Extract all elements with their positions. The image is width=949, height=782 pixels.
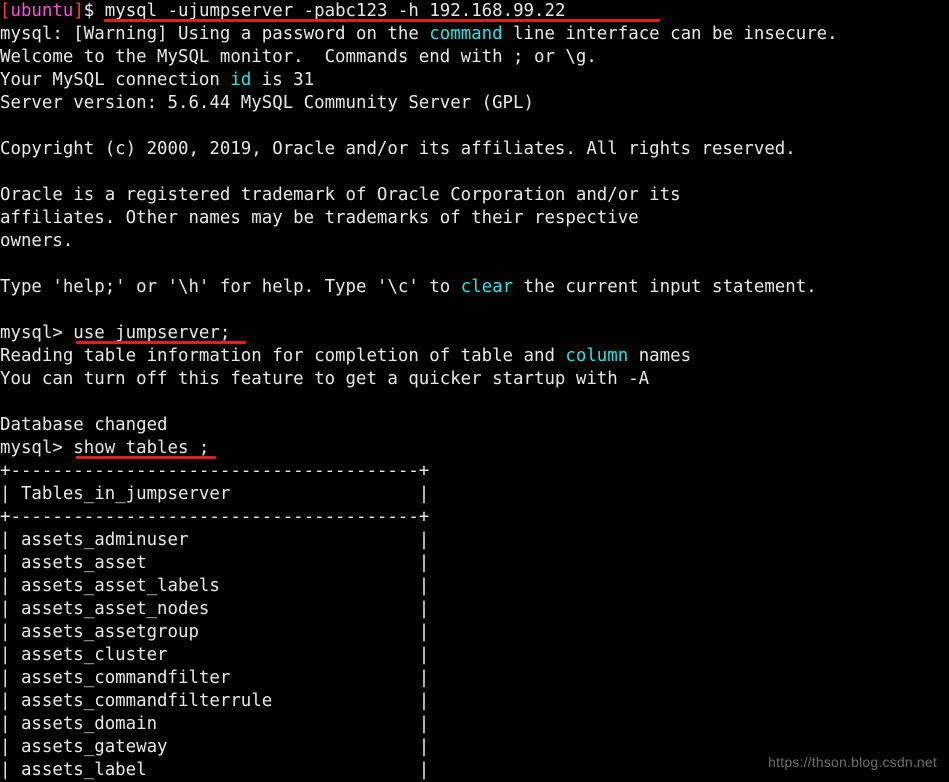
terminal-line: mysql> use jumpserver; (0, 322, 949, 345)
terminal-text-span: | assets_cluster | (0, 645, 430, 665)
watermark-text: https://thson.blog.csdn.net (768, 754, 937, 770)
terminal-text-span (0, 392, 10, 412)
terminal-line: Your MySQL connection id is 31 (0, 69, 949, 92)
terminal-line: mysql> show tables ; (0, 437, 949, 460)
terminal-line (0, 391, 949, 414)
terminal-text-span (0, 116, 10, 136)
terminal-text-span: +---------------------------------------… (0, 461, 430, 481)
terminal-line: affiliates. Other names may be trademark… (0, 207, 949, 230)
terminal-text-span: affiliates. Other names may be trademark… (0, 208, 639, 228)
terminal-line: Type 'help;' or '\h' for help. Type '\c'… (0, 276, 949, 299)
terminal-line: | assets_asset_labels | (0, 575, 949, 598)
terminal-text-span: ] (73, 1, 84, 21)
red-annotation-underline (76, 341, 246, 344)
terminal-text-span: names (628, 346, 692, 366)
terminal-line: Oracle is a registered trademark of Orac… (0, 184, 949, 207)
terminal-line: +---------------------------------------… (0, 506, 949, 529)
terminal-text-span: +---------------------------------------… (0, 507, 430, 527)
terminal-line: | assets_assetgroup | (0, 621, 949, 644)
terminal-text-span: | assets_asset_nodes | (0, 599, 430, 619)
terminal-line: Copyright (c) 2000, 2019, Oracle and/or … (0, 138, 949, 161)
terminal-text-span: mysql -ujumpserver -pabc123 -h 192.168.9… (104, 1, 566, 21)
terminal-text-span: command (429, 24, 503, 44)
terminal-text-span: clear (460, 277, 514, 297)
terminal-text-span: ubuntu (10, 1, 74, 21)
terminal-text-span: | assets_gateway | (0, 737, 430, 757)
terminal-line: Welcome to the MySQL monitor. Commands e… (0, 46, 949, 69)
terminal-text-span: mysql> (0, 438, 74, 458)
terminal-line: You can turn off this feature to get a q… (0, 368, 949, 391)
terminal-text-span: Copyright (c) 2000, 2019, Oracle and/or … (0, 139, 796, 159)
terminal-text-span: $ (83, 1, 105, 21)
terminal-line: Server version: 5.6.44 MySQL Community S… (0, 92, 949, 115)
terminal-line (0, 161, 949, 184)
terminal-text-span: | assets_assetgroup | (0, 622, 430, 642)
red-annotation-underline (76, 456, 216, 459)
terminal-line: | Tables_in_jumpserver | (0, 483, 949, 506)
terminal-text-span: id (230, 70, 252, 90)
terminal-line (0, 115, 949, 138)
terminal-text-span: Type 'help;' or '\h' for help. Type '\c'… (0, 277, 461, 297)
terminal-text-span: mysql: [Warning] Using a password on the (0, 24, 430, 44)
terminal-line: [ubuntu]$ mysql -ujumpserver -pabc123 -h… (0, 0, 949, 23)
terminal-text-span: is 31 (251, 70, 315, 90)
terminal-text-span: owners. (0, 231, 74, 251)
terminal-line: | assets_asset_nodes | (0, 598, 949, 621)
terminal-text-span: [ (0, 1, 11, 21)
terminal-text-span: Welcome to the MySQL monitor. Commands e… (0, 47, 597, 67)
terminal-line: | assets_adminuser | (0, 529, 949, 552)
terminal-text-span: | assets_label | (0, 760, 430, 780)
terminal-text-span: | assets_asset | (0, 553, 430, 573)
terminal-line: Database changed (0, 414, 949, 437)
terminal-line: Reading table information for completion… (0, 345, 949, 368)
terminal-text-span: | assets_asset_labels | (0, 576, 430, 596)
terminal-line (0, 299, 949, 322)
terminal-line: | assets_asset | (0, 552, 949, 575)
terminal-output: [ubuntu]$ mysql -ujumpserver -pabc123 -h… (0, 0, 949, 782)
red-annotation-underline (104, 19, 660, 22)
terminal-text-span: | assets_domain | (0, 714, 430, 734)
terminal-text-span (0, 254, 10, 274)
terminal-text-span: use jumpserver; (73, 323, 231, 343)
terminal-text-span: Oracle is a registered trademark of Orac… (0, 185, 681, 205)
terminal-text-span: Your MySQL connection (0, 70, 231, 90)
terminal-text-span: line interface can be insecure. (502, 24, 838, 44)
terminal-text-span: the current input statement. (513, 277, 817, 297)
terminal-text-span (0, 300, 10, 320)
terminal-line: owners. (0, 230, 949, 253)
terminal-text-span: show tables ; (73, 438, 210, 458)
terminal-text-span: | assets_adminuser | (0, 530, 430, 550)
terminal-text-span: Server version: 5.6.44 MySQL Community S… (0, 93, 534, 113)
terminal-line: | assets_domain | (0, 713, 949, 736)
terminal-text-span: mysql> (0, 323, 74, 343)
terminal-line: | assets_commandfilterrule | (0, 690, 949, 713)
terminal-line: | assets_cluster | (0, 644, 949, 667)
terminal-text-span: column (565, 346, 629, 366)
terminal-text-span: Reading table information for completion… (0, 346, 566, 366)
terminal-text-span: Database changed (0, 415, 168, 435)
terminal-window[interactable]: [ubuntu]$ mysql -ujumpserver -pabc123 -h… (0, 0, 949, 780)
terminal-text-span: | Tables_in_jumpserver | (0, 484, 430, 504)
terminal-line: mysql: [Warning] Using a password on the… (0, 23, 949, 46)
terminal-line: | assets_commandfilter | (0, 667, 949, 690)
terminal-text-span: You can turn off this feature to get a q… (0, 369, 650, 389)
terminal-line (0, 253, 949, 276)
terminal-text-span: | assets_commandfilter | (0, 668, 430, 688)
terminal-text-span (0, 162, 10, 182)
terminal-text-span: | assets_commandfilterrule | (0, 691, 430, 711)
terminal-line: +---------------------------------------… (0, 460, 949, 483)
